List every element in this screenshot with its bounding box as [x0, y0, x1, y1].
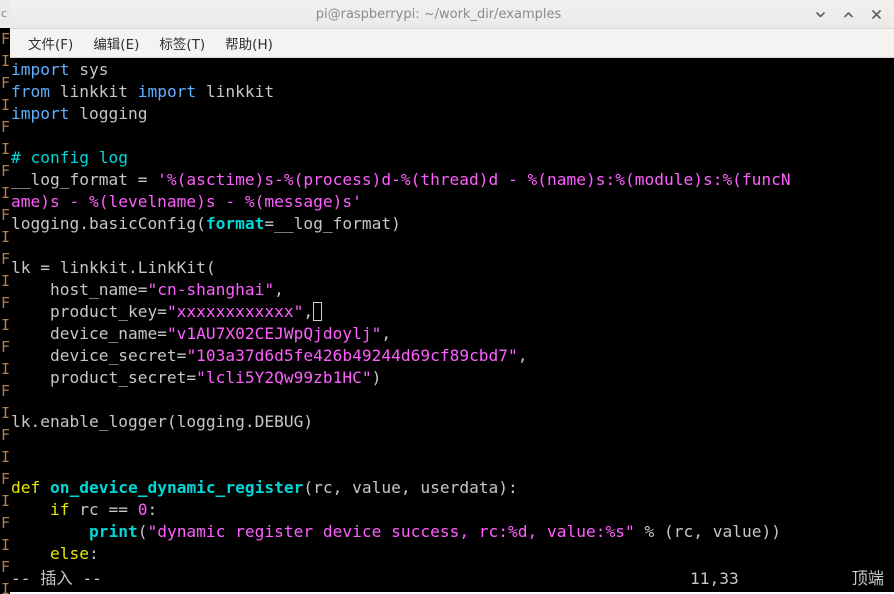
- code-token: =__log_format): [264, 214, 401, 233]
- code-token: ,: [274, 280, 284, 299]
- code-line: import logging: [11, 103, 894, 125]
- window-controls: [813, 7, 894, 21]
- code-token: "lcli5Y2Qw99zb1HC": [196, 368, 372, 387]
- code-token: ,: [517, 346, 528, 365]
- code-token: __log_format =: [11, 170, 158, 189]
- code-line: device_name="v1AU7X02CEJWpQjdoylj",: [11, 323, 894, 345]
- titlebar[interactable]: pi@raspberrypi: ~/work_dir/examples: [10, 0, 894, 29]
- code-token: % (rc, value)): [634, 522, 781, 541]
- code-token: import: [137, 82, 197, 101]
- code-token: product_key=: [11, 302, 167, 321]
- menubar: 文件(F) 编辑(E) 标签(T) 帮助(H): [10, 29, 894, 58]
- code-token: lk = linkkit.LinkKit(: [11, 258, 216, 277]
- code-token: from: [11, 82, 50, 101]
- code-token: :: [88, 544, 99, 563]
- code-line: # config log: [11, 147, 894, 169]
- code-line: product_key="xxxxxxxxxxxx",: [11, 301, 894, 323]
- text-cursor: [313, 302, 323, 321]
- code-token: "xxxxxxxxxxxx": [166, 302, 304, 321]
- code-token: '%(asctime)s-%(process)d-%(thread)d - %(…: [157, 170, 791, 189]
- code-token: on_device_dynamic_register: [50, 478, 304, 497]
- code-token: ): [371, 368, 382, 387]
- menu-item-edit[interactable]: 编辑(E): [85, 30, 147, 56]
- code-token: 0: [137, 500, 148, 519]
- code-line: else:: [11, 543, 894, 565]
- code-token: ,: [303, 302, 314, 321]
- code-token: import: [11, 104, 70, 123]
- menu-item-tabs[interactable]: 标签(T): [151, 30, 213, 56]
- terminal-window: pi@raspberrypi: ~/work_dir/examples 文件(F…: [10, 0, 894, 594]
- code-line: print("dynamic register device success, …: [11, 521, 894, 543]
- code-token: logging.basicConfig(: [11, 214, 206, 233]
- code-token: logging: [69, 104, 148, 123]
- code-token: (rc, value, userdata):: [303, 478, 518, 497]
- code-token: print: [88, 522, 138, 541]
- code-token: "dynamic register device success, rc:%d,…: [147, 522, 635, 541]
- code-line: logging.basicConfig(format=__log_format): [11, 213, 894, 235]
- code-token: linkkit: [196, 82, 275, 101]
- code-token: import: [11, 60, 70, 79]
- code-line: ame)s - %(levelname)s - %(message)s': [11, 191, 894, 213]
- code-line: lk = linkkit.LinkKit(: [11, 257, 894, 279]
- code-line: host_name="cn-shanghai",: [11, 279, 894, 301]
- code-token: lk.enable_logger(logging.DEBUG): [11, 412, 314, 431]
- code-line: lk.enable_logger(logging.DEBUG): [11, 411, 894, 433]
- code-line: import sys: [11, 59, 894, 81]
- code-token: linkkit: [49, 82, 138, 101]
- code-token: ame)s - %(levelname)s - %(message)s': [11, 192, 362, 211]
- code-line: __log_format = '%(asctime)s-%(process)d-…: [11, 169, 894, 191]
- code-token: # config log: [11, 148, 128, 167]
- vim-scroll-indicator: 顶端: [851, 569, 884, 588]
- code-token: ,: [381, 324, 392, 343]
- vim-cursor-position: 11,33: [690, 569, 739, 588]
- chevron-down-icon: [815, 11, 825, 17]
- code-token: if: [49, 500, 70, 519]
- code-token: :: [147, 500, 158, 519]
- code-token: "103a37d6d5fe426b49244d69cf89cbd7": [186, 346, 518, 365]
- vim-mode-indicator: -- 插入 --: [11, 569, 102, 588]
- code-line: from linkkit import linkkit: [11, 81, 894, 103]
- vim-statusline: -- 插入 -- 11,33 顶端: [10, 566, 894, 594]
- code-token: sys: [69, 60, 109, 79]
- code-line: if rc == 0:: [11, 499, 894, 521]
- code-token: "v1AU7X02CEJWpQjdoylj": [166, 324, 382, 343]
- window-title: pi@raspberrypi: ~/work_dir/examples: [315, 6, 562, 22]
- menu-item-help[interactable]: 帮助(H): [217, 30, 281, 56]
- code-token: else: [49, 544, 89, 563]
- close-button[interactable]: [869, 7, 883, 21]
- code-line: product_secret="lcli5Y2Qw99zb1HC"): [11, 367, 894, 389]
- terminal-screen[interactable]: import sys from linkkit import linkkit imp…: [10, 58, 894, 566]
- background-window-title: c: [1, 7, 8, 20]
- code-token: format: [205, 214, 265, 233]
- code-token: host_name=: [11, 280, 148, 299]
- code-token: device_name=: [11, 324, 167, 343]
- code-line: def on_device_dynamic_register(rc, value…: [11, 477, 894, 499]
- code-token: (: [137, 522, 148, 541]
- code-token: rc ==: [69, 500, 138, 519]
- menu-item-file[interactable]: 文件(F): [20, 30, 81, 56]
- maximize-button[interactable]: [841, 7, 855, 21]
- code-token: product_secret=: [11, 368, 197, 387]
- code-line: device_secret="103a37d6d5fe426b49244d69c…: [11, 345, 894, 367]
- code-token: "cn-shanghai": [147, 280, 275, 299]
- code-token: def: [11, 478, 41, 497]
- code-token: device_secret=: [11, 346, 187, 365]
- minimize-button[interactable]: [813, 7, 827, 21]
- chevron-up-icon: [843, 11, 853, 17]
- close-icon: [871, 9, 881, 19]
